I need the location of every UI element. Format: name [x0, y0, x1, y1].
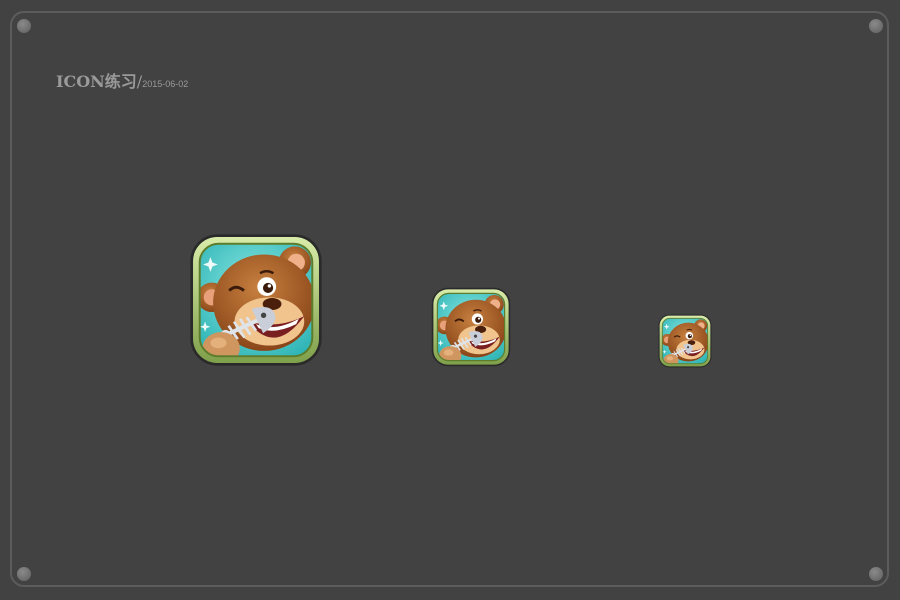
bear-app-icon-small — [658, 314, 712, 368]
heading-date: 2015-06-02 — [142, 79, 189, 89]
page-heading: ICON练习/2015-06-02 — [56, 68, 188, 92]
screw-bottom-left — [17, 567, 31, 581]
bear-app-icon-large — [189, 233, 323, 367]
screw-top-left — [17, 19, 31, 33]
screw-top-right — [869, 19, 883, 33]
screw-bottom-right — [869, 567, 883, 581]
bear-app-icon-medium — [431, 287, 511, 367]
heading-title: ICON练习 — [56, 72, 137, 91]
